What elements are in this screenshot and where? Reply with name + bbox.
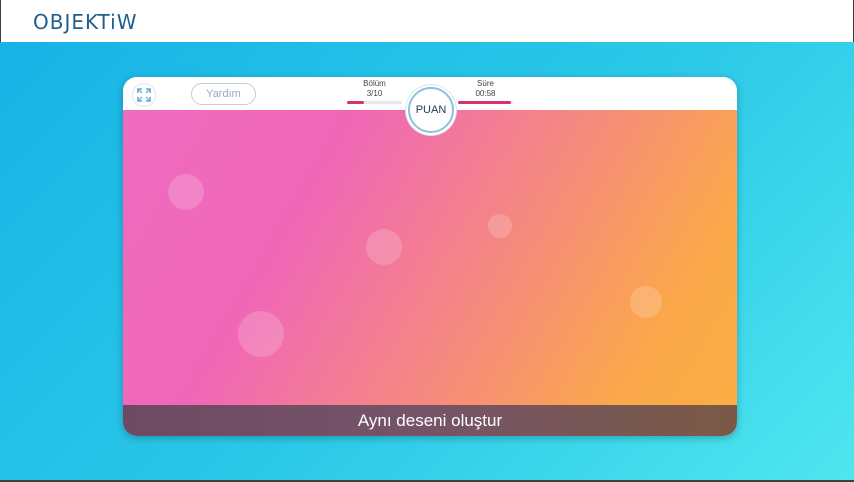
instruction-text: Aynı deseni oluştur xyxy=(123,405,737,436)
score-badge: PUAN xyxy=(408,87,454,133)
time-indicator: Süre 00:58 xyxy=(458,79,513,104)
fullscreen-icon xyxy=(137,88,151,102)
level-label: Bölüm xyxy=(363,79,386,88)
level-indicator: Bölüm 3/10 xyxy=(347,79,402,104)
play-area[interactable] xyxy=(123,110,737,405)
top-bar: OBJEKTiW xyxy=(0,0,854,42)
decorative-bubble xyxy=(168,174,204,210)
level-progress-bar xyxy=(347,101,402,104)
time-value: 00:58 xyxy=(475,89,496,98)
fullscreen-button[interactable] xyxy=(132,83,156,107)
level-value: 3/10 xyxy=(366,89,383,98)
time-label: Süre xyxy=(477,79,494,88)
decorative-bubble xyxy=(488,214,512,238)
time-progress-fill xyxy=(458,101,512,104)
decorative-bubble xyxy=(238,311,284,357)
time-progress-bar xyxy=(458,101,513,104)
game-card: Yardım Bölüm 3/10 Süre 00:58 PUAN Aynı d… xyxy=(123,77,737,436)
level-progress-fill xyxy=(347,101,364,104)
help-button[interactable]: Yardım xyxy=(191,83,256,105)
logo[interactable]: OBJEKTiW xyxy=(33,10,138,34)
decorative-bubble xyxy=(630,286,662,318)
decorative-bubble xyxy=(366,229,402,265)
